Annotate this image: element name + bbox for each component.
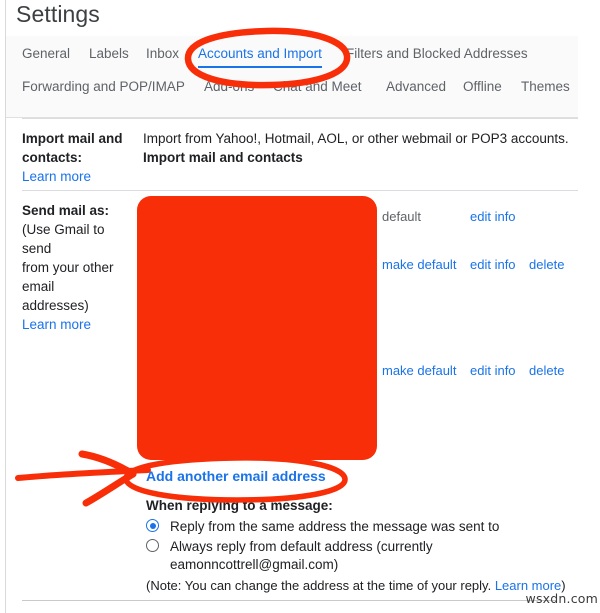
reply-note-prefix: (Note: You can change the address at the… — [146, 578, 495, 593]
account-2-make-default-link[interactable]: make default — [382, 257, 456, 272]
account-3-make-default-link[interactable]: make default — [382, 363, 456, 378]
when-replying-heading: When replying to a message: — [146, 498, 333, 513]
tab-general[interactable]: General — [22, 46, 70, 61]
import-mail-and-contacts-link[interactable]: Import mail and contacts — [143, 148, 573, 167]
import-learn-more-link[interactable]: Learn more — [22, 167, 132, 186]
tab-advanced[interactable]: Advanced — [386, 79, 446, 94]
reply-option-default-address-label-line1: Always reply from default address (curre… — [170, 539, 433, 554]
account-3-delete-link[interactable]: delete — [529, 363, 564, 378]
account-1-status-default: default — [382, 209, 422, 224]
import-description: Import from Yahoo!, Hotmail, AOL, or oth… — [143, 131, 569, 146]
import-description-block: Import from Yahoo!, Hotmail, AOL, or oth… — [143, 129, 573, 167]
import-label: Import mail and contacts: Learn more — [22, 129, 132, 186]
divider-send-mail-as — [22, 190, 578, 191]
reply-note: (Note: You can change the address at the… — [146, 578, 566, 593]
tab-filters-and-blocked-addresses[interactable]: Filters and Blocked Addresses — [346, 46, 528, 61]
send-mail-as-label: Send mail as: (Use Gmail to send from yo… — [22, 201, 132, 334]
tab-add-ons[interactable]: Add-ons — [204, 79, 254, 94]
tab-offline[interactable]: Offline — [463, 79, 502, 94]
send-mail-as-title: Send mail as: — [22, 203, 110, 218]
redaction-overlay-email-addresses — [137, 196, 377, 460]
import-label-line1: Import mail and — [22, 131, 123, 146]
add-another-email-address-link[interactable]: Add another email address — [146, 468, 326, 484]
annotation-arrow-barb-upper — [78, 450, 137, 478]
send-mail-as-learn-more-link[interactable]: Learn more — [22, 315, 132, 334]
settings-page: Settings General Labels Inbox Accounts a… — [0, 0, 600, 613]
tab-accounts-and-import[interactable]: Accounts and Import — [198, 46, 322, 68]
send-mail-as-note-line1: (Use Gmail to send — [22, 222, 105, 256]
send-mail-as-note-line2: from your other email — [22, 260, 114, 294]
settings-tab-bar: General Labels Inbox Accounts and Import… — [6, 36, 578, 118]
radio-reply-same-address[interactable] — [146, 519, 159, 532]
radio-reply-default-address[interactable] — [146, 539, 159, 552]
tab-labels[interactable]: Labels — [89, 46, 129, 61]
tab-themes[interactable]: Themes — [521, 79, 570, 94]
tab-chat-and-meet[interactable]: Chat and Meet — [273, 79, 362, 94]
account-2-delete-link[interactable]: delete — [529, 257, 564, 272]
annotation-arrow-barb-lower — [82, 470, 137, 507]
divider-top — [22, 118, 578, 119]
import-label-line2: contacts: — [22, 150, 83, 165]
send-mail-as-note-line3: addresses) — [22, 298, 89, 313]
tab-inbox[interactable]: Inbox — [146, 46, 179, 61]
account-2-edit-info-link[interactable]: edit info — [470, 257, 516, 272]
account-3-edit-info-link[interactable]: edit info — [470, 363, 516, 378]
watermark: wsxdn.com — [525, 591, 598, 606]
account-1-edit-info-link[interactable]: edit info — [470, 209, 516, 224]
bottom-divider — [22, 600, 557, 601]
reply-option-same-address-label: Reply from the same address the message … — [170, 519, 500, 534]
reply-option-default-address-label-line2: eamonncottrell@gmail.com) — [170, 557, 339, 572]
annotation-arrow-shaft — [15, 467, 151, 481]
tab-forwarding-and-pop-imap[interactable]: Forwarding and POP/IMAP — [22, 79, 185, 94]
page-title: Settings — [16, 1, 100, 27]
